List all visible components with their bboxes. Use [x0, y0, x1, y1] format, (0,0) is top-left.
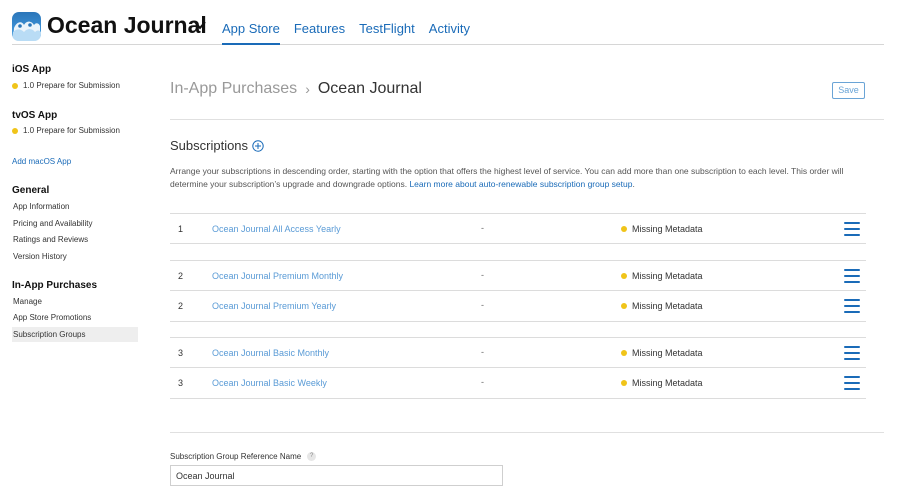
- tab-app-store[interactable]: App Store: [222, 21, 280, 45]
- subscription-name-link[interactable]: Ocean Journal Premium Monthly: [212, 271, 343, 281]
- status-label: Missing Metadata: [632, 271, 703, 281]
- subscription-name-link[interactable]: Ocean Journal All Access Yearly: [212, 224, 341, 234]
- reference-name-label: Subscription Group Reference Name ?: [170, 452, 317, 461]
- warning-dot-icon: [621, 303, 627, 309]
- app-title: Ocean Journal: [47, 12, 207, 38]
- warning-dot-icon: [621, 273, 627, 279]
- sidebar-heading-tvos[interactable]: tvOS App: [12, 110, 57, 121]
- sidebar-heading-general: General: [12, 185, 50, 196]
- status-badge: Missing Metadata: [621, 224, 703, 234]
- subscription-name-link[interactable]: Ocean Journal Premium Yearly: [212, 301, 336, 311]
- status-dot-icon: [12, 82, 18, 89]
- row-level: 3: [178, 348, 184, 358]
- table-row: 3 Ocean Journal Basic Weekly - Missing M…: [170, 368, 866, 399]
- save-button[interactable]: Save: [832, 82, 865, 99]
- subscription-name-link[interactable]: Ocean Journal Basic Weekly: [212, 378, 327, 388]
- breadcrumb-parent[interactable]: In-App Purchases: [170, 80, 297, 98]
- subscription-name-link[interactable]: Ocean Journal Basic Monthly: [212, 348, 329, 358]
- tab-features[interactable]: Features: [294, 21, 345, 45]
- sidebar-item-version-history[interactable]: Version History: [12, 249, 138, 264]
- tvos-version-label: 1.0 Prepare for Submission: [23, 126, 120, 135]
- add-circle-icon[interactable]: [252, 139, 264, 152]
- table-row: 2 Ocean Journal Premium Yearly - Missing…: [170, 291, 866, 322]
- sidebar-item-manage[interactable]: Manage: [12, 294, 138, 309]
- breadcrumb: In-App Purchases › Ocean Journal: [170, 80, 422, 98]
- row-duration: -: [481, 377, 484, 387]
- warning-dot-icon: [621, 350, 627, 356]
- tvos-version-status[interactable]: 1.0 Prepare for Submission: [12, 126, 120, 135]
- status-dot-icon: [12, 127, 18, 134]
- drag-handle-icon[interactable]: [844, 376, 860, 390]
- wave-icon: [12, 21, 41, 41]
- divider: [170, 432, 884, 433]
- drag-handle-icon[interactable]: [844, 222, 860, 236]
- warning-dot-icon: [621, 226, 627, 232]
- drag-handle-icon[interactable]: [844, 269, 860, 283]
- breadcrumb-current: Ocean Journal: [317, 80, 422, 97]
- warning-dot-icon: [621, 380, 627, 386]
- table-row: 3 Ocean Journal Basic Monthly - Missing …: [170, 337, 866, 368]
- row-duration: -: [481, 270, 484, 280]
- add-macos-app-link[interactable]: Add macOS App: [12, 157, 71, 166]
- status-label: Missing Metadata: [632, 378, 703, 388]
- reference-name-text: Subscription Group Reference Name: [170, 452, 302, 461]
- row-level: 3: [178, 378, 184, 388]
- row-duration: -: [481, 347, 484, 357]
- sidebar-item-ratings[interactable]: Ratings and Reviews: [12, 232, 138, 247]
- ios-version-status[interactable]: 1.0 Prepare for Submission: [12, 81, 120, 90]
- status-badge: Missing Metadata: [621, 348, 703, 358]
- row-duration: -: [481, 223, 484, 233]
- divider: [170, 119, 884, 120]
- table-row: 2 Ocean Journal Premium Monthly - Missin…: [170, 260, 866, 291]
- row-level: 2: [178, 301, 184, 311]
- app-icon: [12, 12, 41, 41]
- drag-handle-icon[interactable]: [844, 346, 860, 360]
- table-row: 1 Ocean Journal All Access Yearly - Miss…: [170, 213, 866, 244]
- tab-activity[interactable]: Activity: [429, 21, 470, 45]
- top-header: Ocean Journal App Store Features TestFli…: [12, 10, 884, 45]
- chevron-right-icon: ›: [305, 81, 310, 97]
- row-duration: -: [481, 300, 484, 310]
- subscriptions-description: Arrange your subscriptions in descending…: [170, 166, 844, 189]
- reference-name-input[interactable]: [170, 465, 503, 486]
- subscriptions-title: Subscriptions: [170, 138, 249, 153]
- drag-handle-icon[interactable]: [844, 299, 860, 313]
- status-label: Missing Metadata: [632, 301, 703, 311]
- tab-testflight[interactable]: TestFlight: [359, 21, 415, 45]
- status-badge: Missing Metadata: [621, 378, 703, 388]
- chevron-down-icon[interactable]: [193, 18, 207, 32]
- row-level: 1: [178, 224, 184, 234]
- sidebar-heading-iap: In-App Purchases: [12, 280, 98, 291]
- help-icon[interactable]: ?: [307, 452, 317, 461]
- sidebar-heading-ios[interactable]: iOS App: [12, 64, 51, 75]
- sidebar-item-app-store-promotions[interactable]: App Store Promotions: [12, 310, 138, 325]
- status-label: Missing Metadata: [632, 224, 703, 234]
- status-label: Missing Metadata: [632, 348, 703, 358]
- sidebar-item-pricing[interactable]: Pricing and Availability: [12, 216, 138, 231]
- sidebar-item-subscription-groups[interactable]: Subscription Groups: [12, 327, 138, 342]
- subscriptions-heading: Subscriptions: [170, 138, 264, 153]
- ios-version-label: 1.0 Prepare for Submission: [23, 81, 120, 90]
- status-badge: Missing Metadata: [621, 271, 703, 281]
- learn-more-link[interactable]: Learn more about auto-renewable subscrip…: [409, 179, 632, 189]
- status-badge: Missing Metadata: [621, 301, 703, 311]
- nav-tabs: App Store Features TestFlight Activity: [222, 21, 484, 45]
- sidebar-item-app-information[interactable]: App Information: [12, 199, 138, 214]
- row-level: 2: [178, 271, 184, 281]
